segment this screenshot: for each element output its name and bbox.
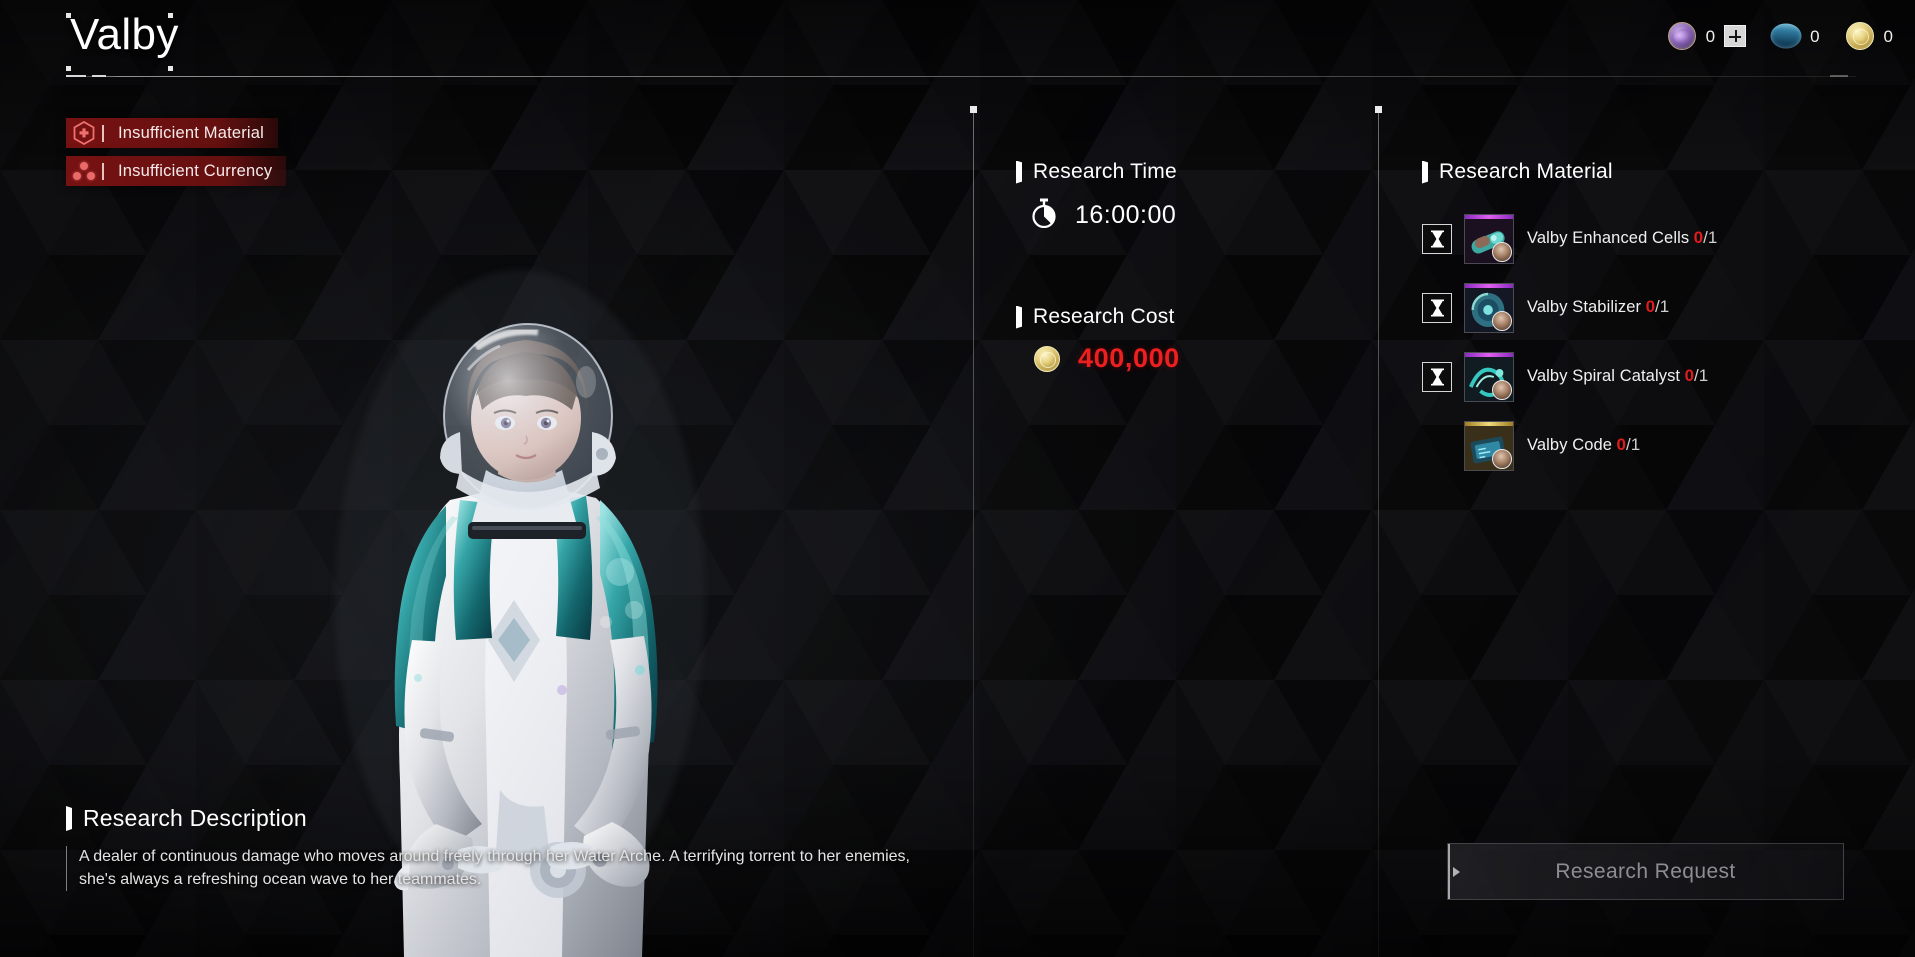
title-underline-accent [1830,75,1848,77]
hourglass-icon [1422,361,1452,392]
top-bar: Valby 0 0 0 [0,0,1915,80]
warning-label: Insufficient Material [118,123,265,142]
heading-marker [1016,160,1022,184]
material-count: 0/1 [1684,365,1709,385]
warning-insufficient-currency: Insufficient Currency [66,156,287,186]
warning-separator [102,124,104,142]
heading-marker [66,806,72,831]
material-row[interactable]: Valby Spiral Catalyst 0/1 [1422,342,1892,411]
warning-list: Insufficient Material Insufficient Curre… [66,118,287,194]
research-time-section: Research Time 16:00:00 [1016,160,1346,233]
avatar [1492,379,1512,400]
hex-plus-icon [66,121,102,145]
currency-kuiper-shard[interactable]: 0 [1667,22,1747,50]
material-count: 0/1 [1616,434,1641,454]
title-corner-mark [168,66,173,71]
research-cost-section: Research Cost 400,000 [1016,305,1346,374]
material-row[interactable]: Valby Code 0/1 [1422,411,1892,480]
research-cost-heading: Research Cost [1016,305,1346,329]
hourglass-icon-placeholder [1422,431,1452,461]
material-name: Valby Stabilizer [1527,297,1642,316]
research-cost-label: Research Cost [1033,305,1175,328]
chevron-right-icon [1453,866,1460,877]
research-request-button[interactable]: Research Request [1447,843,1844,900]
warning-insufficient-material: Insufficient Material [66,118,279,148]
research-cost-value-row: 400,000 [1034,343,1346,374]
warning-label: Insufficient Currency [118,161,273,180]
warning-separator [102,162,104,180]
material-thumbnail [1464,420,1514,471]
currency-kuiper-shard-value: 0 [1705,26,1716,46]
research-material-panel: Research Material Valby Enhanced Cells 0… [1422,160,1892,480]
kuiper-shard-icon [1667,22,1696,50]
caliber-icon [1764,18,1808,54]
research-time-label: Research Time [1033,160,1177,183]
add-kuiper-shard-button[interactable] [1724,25,1747,47]
stopwatch-icon [1030,198,1058,233]
research-time-heading: Research Time [1016,160,1346,184]
material-name: Valby Code [1527,435,1613,454]
material-row[interactable]: Valby Stabilizer 0/1 [1422,273,1892,342]
material-name: Valby Spiral Catalyst [1527,366,1681,385]
research-material-label: Research Material [1439,160,1613,183]
avatar [1492,448,1512,469]
currency-caliber-value: 0 [1810,26,1820,46]
heading-marker [1422,160,1428,184]
research-description-heading: Research Description [66,805,926,832]
material-name: Valby Enhanced Cells [1527,228,1690,247]
title-corner-mark [66,66,71,71]
hourglass-icon [1422,292,1452,323]
research-request-label: Research Request [1555,859,1736,883]
heading-marker [1016,305,1022,329]
material-thumbnail [1464,351,1514,402]
currency-gold-value: 0 [1883,26,1893,46]
material-count: 0/1 [1645,296,1670,316]
research-description-body: A dealer of continuous damage who moves … [66,846,926,892]
column-divider [970,106,977,957]
research-material-heading: Research Material [1422,160,1892,184]
research-description-panel: Research Description A dealer of continu… [66,805,926,892]
avatar [1492,241,1512,262]
gold-icon [1845,22,1874,50]
column-divider [1375,106,1382,957]
currency-bar: 0 0 0 [1642,18,1893,54]
material-thumbnail [1464,213,1514,264]
research-time-value-row: 16:00:00 [1030,198,1346,233]
currency-caliber[interactable]: 0 [1764,18,1820,54]
material-list: Valby Enhanced Cells 0/1 Valby Stabilize… [1422,204,1892,480]
avatar [1492,310,1512,331]
research-description-label: Research Description [83,805,307,831]
page-title: Valby [70,10,179,59]
material-count: 0/1 [1693,227,1718,247]
title-underline-accent [92,75,106,77]
research-cost-value: 400,000 [1078,343,1180,373]
gold-coin-icon [1034,345,1060,372]
hourglass-icon [1422,223,1452,254]
currency-gold[interactable]: 0 [1845,22,1893,50]
title-underline-accent [66,75,86,77]
research-info-panel: Research Time 16:00:00 Research Cost 400… [1016,160,1346,374]
material-thumbnail [1464,282,1514,333]
title-underline [66,76,1856,77]
three-dots-icon [66,162,102,180]
button-edge-marker [1448,844,1450,899]
material-row[interactable]: Valby Enhanced Cells 0/1 [1422,204,1892,273]
research-time-value: 16:00:00 [1075,201,1177,229]
